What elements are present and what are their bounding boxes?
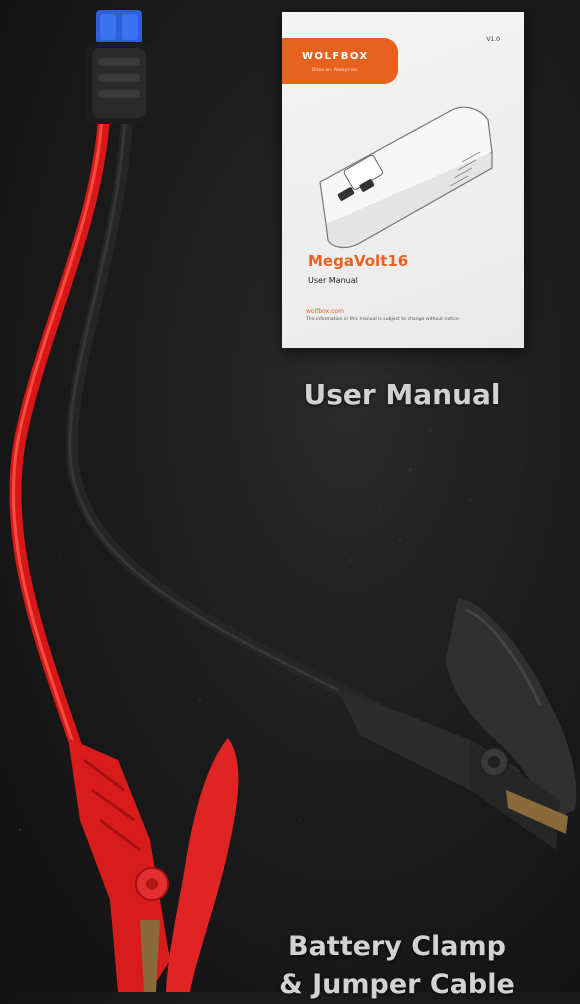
- caption-battery-clamp: Battery Clamp & Jumper Cable: [262, 928, 532, 1004]
- caption-clamp-line-1: Battery Clamp: [288, 931, 506, 962]
- manual-notice: The information in this manual is subjec…: [306, 317, 461, 322]
- manual-website: wolfbox.com: [306, 308, 344, 315]
- red-clamp-icon: [68, 738, 239, 992]
- ec5-connector-icon: [86, 10, 152, 124]
- product-name: MegaVolt16: [308, 252, 409, 270]
- user-manual-booklet: WOLFBOX Drive on. Always on. V1.0 MegaVo…: [282, 12, 524, 348]
- red-cable: [9, 112, 110, 806]
- caption-user-manual: User Manual: [303, 378, 501, 411]
- jump-starter-device-icon: [319, 106, 493, 249]
- caption-clamp-line-2: & Jumper Cable: [279, 969, 515, 1000]
- black-clamp-icon: [338, 598, 577, 850]
- manual-subtitle: User Manual: [308, 276, 358, 285]
